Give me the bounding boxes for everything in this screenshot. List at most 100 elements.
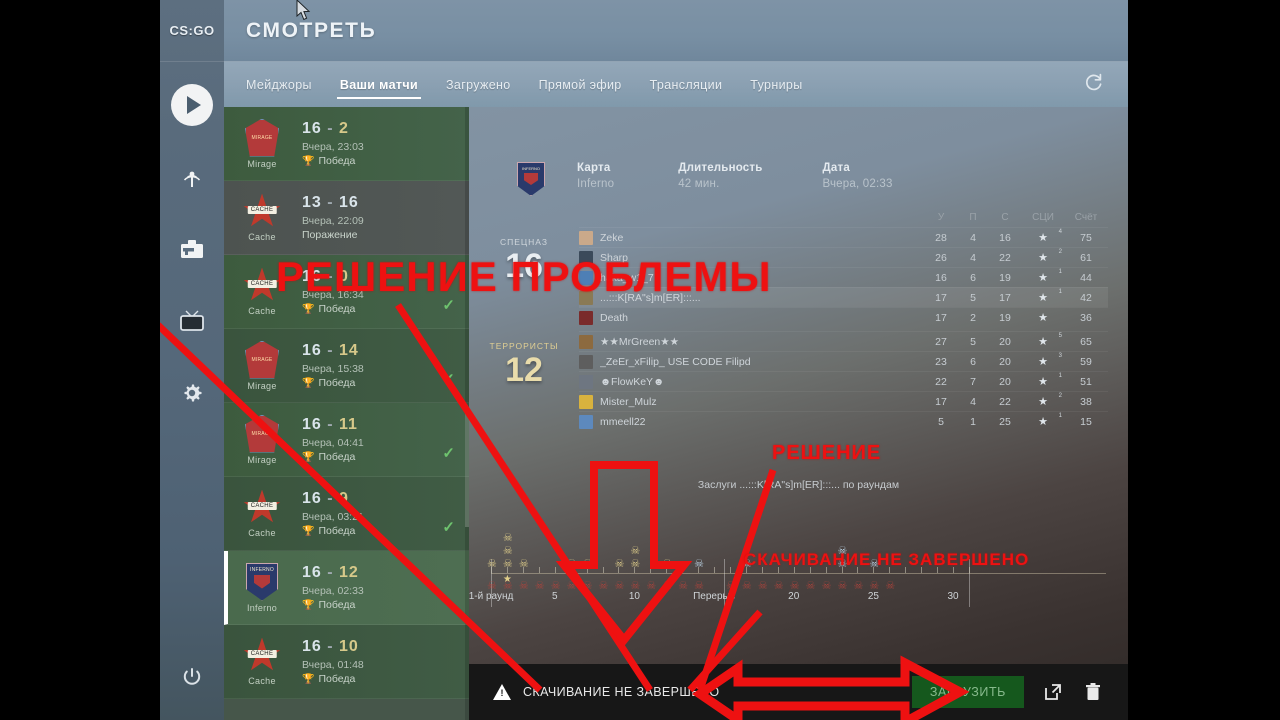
- death-marker-icon: ☠: [614, 580, 625, 592]
- player-mvp: ★ 1: [1038, 269, 1062, 284]
- tv-icon[interactable]: [171, 300, 213, 342]
- kill-skull-icon: ☠: [502, 558, 513, 570]
- round-axis-label: 10: [628, 591, 640, 602]
- trophy-icon: 🏆: [302, 451, 315, 463]
- match-date: Вчера, 15:38: [302, 363, 364, 375]
- match-info: 13 - 16 Вчера, 22:09 Поражение: [302, 194, 364, 241]
- player-row[interactable]: Mister_Mulz 17 4 22 ★ 2 38: [579, 391, 1108, 411]
- player-row[interactable]: Death 17 2 19 ★ 36: [579, 307, 1108, 327]
- match-list-item[interactable]: MIRAGE Mirage 16 - 11 Вчера, 04:41 🏆 Победа ✓: [224, 403, 469, 477]
- player-kills: 22: [935, 375, 947, 388]
- death-marker-icon: ☠: [757, 580, 768, 592]
- team-block-ct: СПЕЦНАЗ 16 Zeke 28 4 16 ★ 4 75 Sharp 26 4 22 ★ 2 61 haka…: [469, 227, 1128, 327]
- rounds-timeline: ☠ ☠ ☠ ☠ ☠ ★ ☠ ☠ ☠ ☠ ☠ ☠ ☠ ☠ ☠ ☠ ☠ ☠ ☠ ☠ ☠ ☠ ☠ ☠ ☠ ☠ ☠ ☠ ☠ ☠ ☠ ☠ ☠ ☠ ☠ ☠ ☠ ☠ ☠ ☠…: [469, 529, 1106, 619]
- match-list-item[interactable]: CACHE Cache 13 - 16 Вчера, 22:09 Поражение: [224, 181, 469, 255]
- player-row[interactable]: Sharp 26 4 22 ★ 2 61: [579, 247, 1108, 267]
- player-mvp-count: 1: [1058, 269, 1062, 275]
- match-list-item[interactable]: INFERNO Inferno 16 - 12 Вчера, 02:33 🏆 Победа: [224, 551, 469, 625]
- tab-1[interactable]: Ваши матчи: [336, 62, 422, 107]
- refresh-icon[interactable]: [1084, 72, 1104, 97]
- column-header-1: П: [969, 212, 977, 223]
- map-column: CACHE Cache: [232, 193, 292, 242]
- player-assists: 20: [999, 375, 1011, 388]
- round-axis-label: 5: [551, 591, 558, 602]
- tab-3[interactable]: Прямой эфир: [539, 62, 622, 107]
- tab-5[interactable]: Турниры: [750, 62, 802, 107]
- death-marker-icon: ☠: [582, 580, 593, 592]
- trash-icon[interactable]: [1082, 681, 1104, 703]
- player-kills: 16: [935, 271, 947, 284]
- tab-4[interactable]: Трансляции: [650, 62, 723, 107]
- match-info: 16 - 9 Вчера, 03:21 🏆 Победа: [302, 490, 364, 537]
- result-text: Победа: [318, 377, 356, 389]
- death-marker-icon: ☠: [678, 580, 689, 592]
- score-b: 11: [339, 416, 358, 433]
- tab-0[interactable]: Мейджоры: [246, 62, 312, 107]
- csgo-window: CS:GO СМОТРЕТЬ Мейджоры Ваши матчи Загру…: [160, 0, 1128, 720]
- broadcast-icon[interactable]: [171, 156, 213, 198]
- round-tick: [921, 567, 923, 573]
- player-score: 38: [1080, 395, 1092, 408]
- player-row[interactable]: _ZeEr_xFilip_ USE CODE Filipd 23 6 20 ★ 3 59: [579, 351, 1108, 371]
- player-row[interactable]: ☻FlowKeY☻ 22 7 20 ★ 1 51: [579, 371, 1108, 391]
- player-score: 65: [1080, 335, 1092, 348]
- round-tick: [889, 567, 891, 573]
- match-list[interactable]: MIRAGE Mirage 16 - 2 Вчера, 23:03 🏆 Победа CAC…: [224, 107, 469, 720]
- player-mvp: ★: [1038, 312, 1048, 324]
- round-tick: [905, 567, 907, 573]
- kill-skull-icon: ☠: [837, 558, 848, 570]
- player-mvp-count: 1: [1058, 413, 1062, 419]
- player-kills: 17: [935, 395, 947, 408]
- player-name: Death: [600, 311, 629, 324]
- player-deaths: 5: [970, 291, 976, 304]
- round-tick: [969, 567, 970, 573]
- left-nav-rail: CS:GO: [160, 0, 224, 720]
- match-result: 🏆 Победа: [302, 155, 364, 167]
- kill-skull-icon: ☠: [566, 558, 577, 570]
- map-column: CACHE Cache: [232, 637, 292, 686]
- map-column: INFERNO Inferno: [232, 562, 292, 613]
- player-row[interactable]: ...:::K[RA"s]m[ER]:::... 17 5 17 ★ 1 42: [579, 287, 1108, 307]
- match-list-item[interactable]: MIRAGE Mirage 16 - 14 Вчера, 15:38 🏆 Победа ✓: [224, 329, 469, 403]
- screen-root: CS:GO СМОТРЕТЬ Мейджоры Ваши матчи Загру…: [0, 0, 1280, 720]
- match-result: 🏆 Победа: [302, 303, 364, 315]
- warning-icon: !: [493, 684, 511, 700]
- kill-skull-icon: ☠: [582, 558, 593, 570]
- map-badge-cache: CACHE: [243, 267, 281, 304]
- play-icon[interactable]: [171, 84, 213, 126]
- tab-2[interactable]: Загружено: [446, 62, 511, 107]
- player-avatar: [579, 250, 593, 265]
- player-name: ★★MrGreen★★: [600, 335, 680, 348]
- match-list-item[interactable]: MIRAGE Mirage 16 - 2 Вчера, 23:03 🏆 Победа: [224, 107, 469, 181]
- external-link-icon[interactable]: [1042, 681, 1064, 703]
- inferno-map-icon: INFERNO: [517, 162, 545, 196]
- death-marker-icon: ☠: [598, 580, 609, 592]
- player-mvp: ★ 2: [1038, 249, 1062, 264]
- player-row[interactable]: Zeke 28 4 16 ★ 4 75: [579, 227, 1108, 247]
- match-list-item[interactable]: CACHE Cache 16 - 10 Вчера, 01:48 🏆 Победа: [224, 625, 469, 699]
- team-label: ТЕРРОРИСТЫ: [489, 341, 559, 351]
- kill-skull-icon: ☠: [518, 558, 529, 570]
- match-result: Поражение: [302, 229, 364, 241]
- duration-label: Длительность: [678, 162, 763, 174]
- match-list-item[interactable]: CACHE Cache 16 - 9 Вчера, 03:21 🏆 Победа ✓: [224, 477, 469, 551]
- power-icon[interactable]: [171, 656, 213, 698]
- player-row[interactable]: haka_w1_7 16 6 19 ★ 1 44: [579, 267, 1108, 287]
- match-list-item[interactable]: CACHE Cache 16 - 0 Вчера, 16:34 🏆 Победа ✓: [224, 255, 469, 329]
- player-kills: 28: [935, 231, 947, 244]
- player-deaths: 6: [970, 355, 976, 368]
- player-deaths: 4: [970, 251, 976, 264]
- score-a: 16: [302, 268, 322, 285]
- download-button[interactable]: ЗАГРУЗИТЬ: [911, 676, 1024, 708]
- window-header: СМОТРЕТЬ: [224, 0, 1128, 62]
- duration-value: 42 мин.: [678, 178, 720, 190]
- player-row[interactable]: mmeell22 5 1 25 ★ 1 15: [579, 411, 1108, 431]
- score-a: 16: [302, 120, 322, 137]
- gear-icon[interactable]: [171, 372, 213, 414]
- player-mvp-count: 5: [1058, 333, 1062, 339]
- inventory-icon[interactable]: [171, 228, 213, 270]
- map-badge-inferno: INFERNO: [246, 562, 278, 601]
- player-row[interactable]: ★★MrGreen★★ 27 5 20 ★ 5 65: [579, 331, 1108, 351]
- date-label: Дата: [822, 162, 850, 174]
- map-column: MIRAGE Mirage: [232, 118, 292, 169]
